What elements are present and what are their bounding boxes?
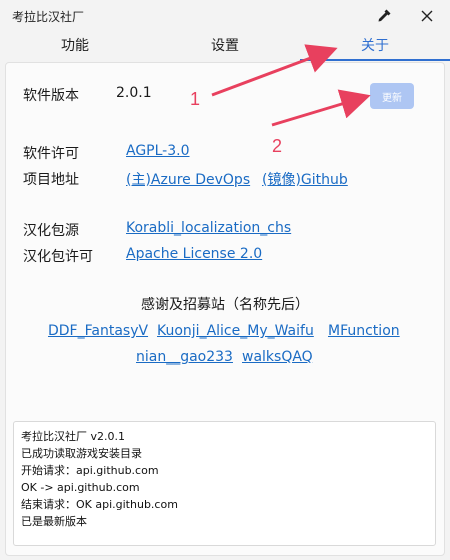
- active-tab-indicator: [300, 59, 450, 61]
- eyedropper-icon: [378, 9, 391, 22]
- annotation-marker-1: 1: [190, 89, 201, 109]
- repo-label: 项目地址: [23, 172, 79, 188]
- log-line: 考拉比汉社厂 v2.0.1: [21, 430, 125, 443]
- close-button[interactable]: [413, 4, 441, 28]
- about-panel: 软件版本 2.0.1 更新 软件许可 AGPL-3.0 项目地址 (主)Azur…: [5, 62, 445, 556]
- update-button[interactable]: 更新: [370, 83, 414, 109]
- repo-main-link[interactable]: (主)Azure DevOps: [126, 169, 250, 189]
- license-label: 软件许可: [23, 146, 79, 162]
- tab-settings[interactable]: 设置: [150, 32, 300, 62]
- tab-bar: 功能 设置 关于: [0, 32, 450, 62]
- thanks-link[interactable]: DDF_FantasyV: [48, 323, 148, 339]
- close-icon: [421, 10, 433, 22]
- thanks-link[interactable]: Kuonji_Alice_My_Waifu: [157, 323, 314, 339]
- log-line: 结束请求：OK api.github.com: [21, 498, 178, 511]
- window-title: 考拉比汉社厂: [12, 10, 85, 24]
- loc-license-link[interactable]: Apache License 2.0: [126, 246, 262, 262]
- version-label: 软件版本: [23, 88, 79, 104]
- license-link[interactable]: AGPL-3.0: [126, 143, 190, 159]
- thanks-title: 感谢及招募站（名称先后）: [141, 297, 309, 313]
- log-line: OK -> api.github.com: [21, 481, 140, 494]
- loc-source-label: 汉化包源: [23, 223, 79, 239]
- log-line: 已是最新版本: [21, 515, 87, 528]
- loc-source-link[interactable]: Korabli_localization_chs: [126, 220, 291, 236]
- loc-license-label: 汉化包许可: [23, 249, 93, 265]
- tab-features[interactable]: 功能: [0, 32, 150, 62]
- thanks-link[interactable]: MFunction: [328, 323, 400, 339]
- log-output[interactable]: 考拉比汉社厂 v2.0.1 已成功读取游戏安装目录 开始请求：api.githu…: [13, 421, 436, 546]
- log-line: 已成功读取游戏安装目录: [21, 447, 142, 460]
- tab-about[interactable]: 关于: [300, 32, 450, 62]
- thanks-link[interactable]: nian__gao233: [136, 349, 233, 365]
- title-bar: 考拉比汉社厂: [0, 0, 450, 32]
- repo-mirror-link[interactable]: (镜像)Github: [262, 169, 348, 189]
- annotation-marker-2: 2: [272, 136, 283, 156]
- log-line: 开始请求：api.github.com: [21, 464, 159, 477]
- version-value: 2.0.1: [116, 85, 152, 101]
- thanks-link[interactable]: walksQAQ: [242, 349, 313, 365]
- color-picker-button[interactable]: [370, 4, 398, 28]
